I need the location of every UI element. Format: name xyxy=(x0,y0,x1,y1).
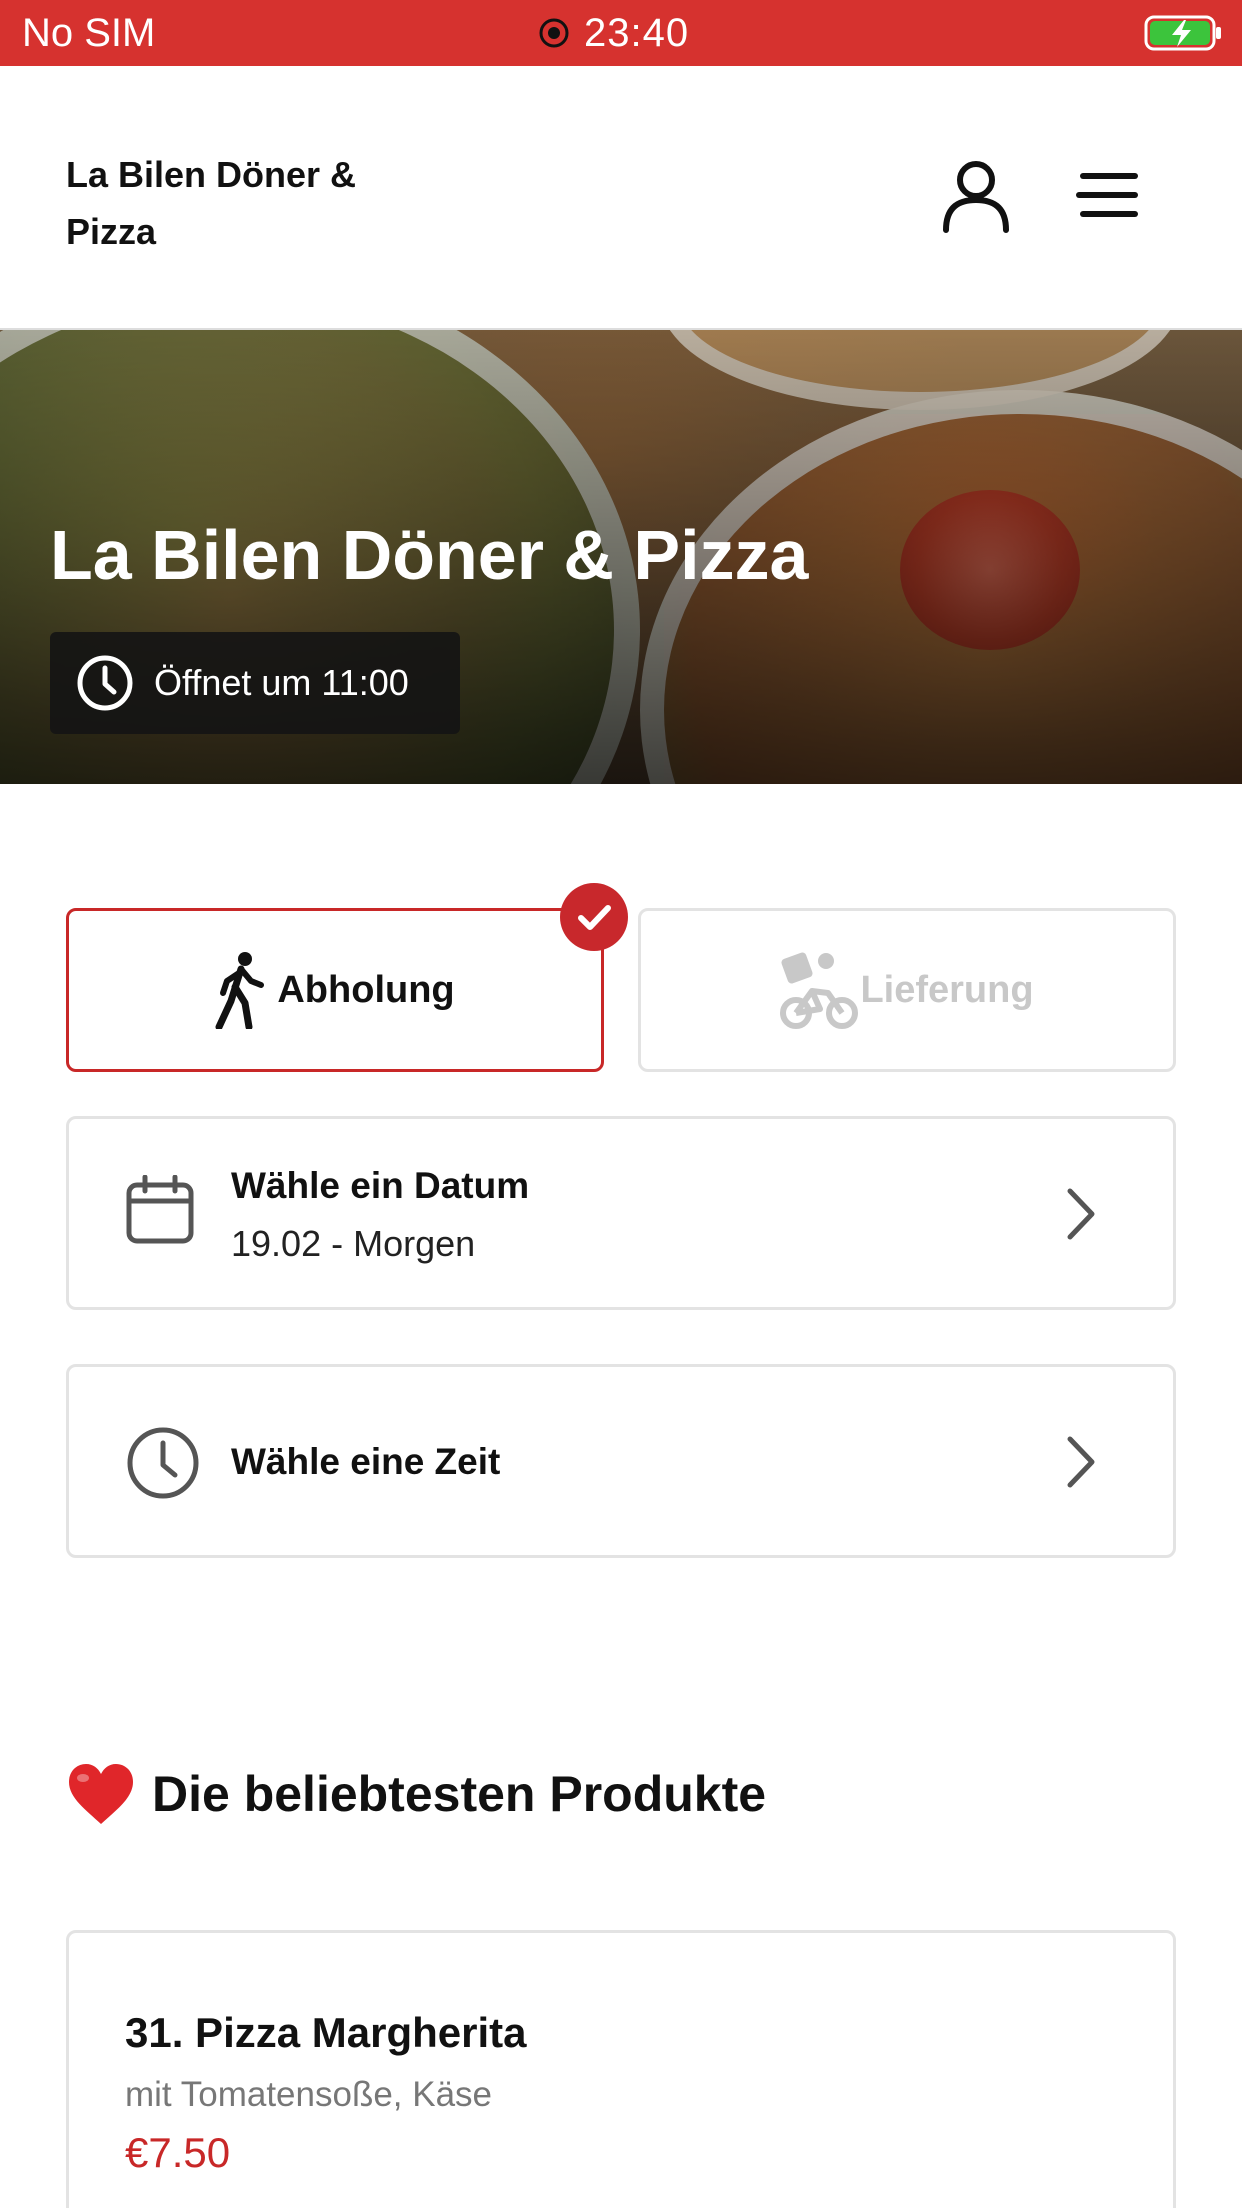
date-selector-title: Wähle ein Datum xyxy=(231,1165,530,1206)
heart-icon xyxy=(69,1764,133,1824)
status-bar: No SIM 23:40 xyxy=(0,0,1242,66)
date-selector[interactable]: Wähle ein Datum 19.02 - Morgen xyxy=(66,1116,1176,1310)
walking-icon xyxy=(215,952,265,1029)
delivery-option[interactable]: Lieferung xyxy=(638,908,1176,1072)
app-header: La Bilen Döner & Pizza xyxy=(0,66,1242,330)
user-icon[interactable] xyxy=(940,158,1012,234)
check-icon xyxy=(578,905,611,930)
chevron-right-icon xyxy=(1067,1436,1095,1488)
pickup-option[interactable]: Abholung xyxy=(66,908,604,1072)
calendar-icon xyxy=(126,1175,194,1244)
pickup-label: Abholung xyxy=(277,968,455,1011)
clock-icon xyxy=(77,655,133,711)
record-icon xyxy=(539,18,569,48)
carrier-label: No SIM xyxy=(22,11,156,55)
time-selector-title: Wähle eine Zeit xyxy=(231,1441,501,1482)
battery-charging-icon xyxy=(1144,15,1221,51)
product-card[interactable]: 31. Pizza Margherita mit Tomatensoße, Kä… xyxy=(66,1930,1176,2208)
restaurant-name: La Bilen Döner & Pizza xyxy=(66,154,357,252)
product-name: 31. Pizza Margherita xyxy=(125,2009,527,2056)
product-description: mit Tomatensoße, Käse xyxy=(125,2075,493,2114)
opening-hours-text: Öffnet um 11:00 xyxy=(154,662,409,703)
selected-check-badge xyxy=(560,883,628,951)
popular-section-title: Die beliebtesten Produkte xyxy=(66,1758,766,1830)
hero-banner: La Bilen Döner & Pizza Öffnet um 11:00 xyxy=(0,330,1242,784)
menu-icon[interactable] xyxy=(1076,170,1142,220)
hero-title: La Bilen Döner & Pizza xyxy=(50,516,809,594)
clock-icon xyxy=(127,1427,199,1499)
date-selector-value: 19.02 - Morgen xyxy=(231,1223,476,1264)
bicycle-delivery-icon xyxy=(780,952,859,1029)
status-center: 23:40 xyxy=(538,10,689,56)
product-price: €7.50 xyxy=(125,2129,231,2176)
popular-title-text: Die beliebtesten Produkte xyxy=(152,1766,767,1822)
time-selector[interactable]: Wähle eine Zeit xyxy=(66,1364,1176,1558)
opening-hours-badge: Öffnet um 11:00 xyxy=(50,632,460,734)
chevron-right-icon xyxy=(1067,1188,1095,1240)
delivery-label: Lieferung xyxy=(860,968,1034,1011)
status-time: 23:40 xyxy=(584,11,690,55)
